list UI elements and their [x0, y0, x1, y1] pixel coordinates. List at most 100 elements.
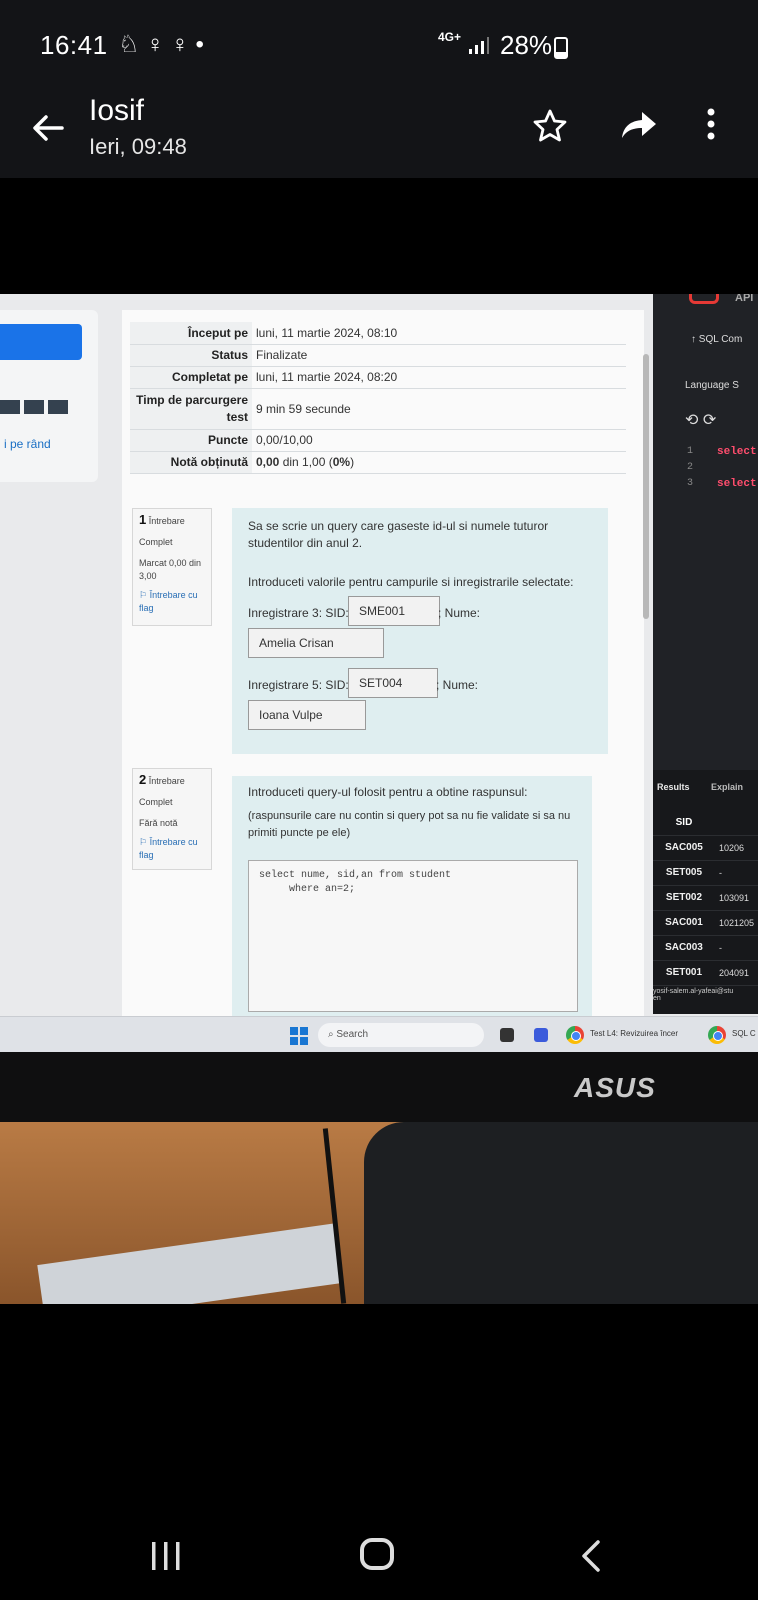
- status-time: 16:41: [40, 30, 108, 60]
- record-5-sid-field[interactable]: SET004: [348, 668, 438, 698]
- summary-label: Status: [130, 344, 252, 367]
- sql-code-editor[interactable]: select select: [717, 444, 757, 492]
- star-icon[interactable]: [532, 108, 568, 144]
- status-bar: 16:41 ♘ ♀ ♀ • 4G+ 28%: [0, 0, 758, 90]
- column-header: SID: [653, 810, 715, 836]
- summary-row: Timp de parcurgere test 9 min 59 secunde: [130, 388, 626, 430]
- summary-value: 0,00 din 1,00 (0%): [252, 451, 626, 474]
- contact-name: Iosif: [89, 94, 145, 127]
- question-2-info: 2 Întrebare Complet Fără notă ⚐ Întrebar…: [132, 768, 212, 870]
- quiz-review-panel: Început pe luni, 11 martie 2024, 08:10 S…: [122, 310, 644, 1030]
- meet-app-icon[interactable]: [534, 1028, 548, 1042]
- sql-editor-panel: API ↑ SQL Com Language S ⟲ ⟳ 1 2 3 selec…: [653, 294, 758, 1014]
- value-cell: 204091: [714, 960, 758, 986]
- monitor-brand-logo: ASUS: [574, 1072, 656, 1103]
- line-number: 2: [687, 462, 694, 473]
- question-mark: Fără notă: [139, 818, 178, 828]
- answer-textarea[interactable]: select nume, sid,an from student where a…: [248, 860, 578, 1012]
- search-label: Search: [336, 1029, 369, 1040]
- value-cell: 103091: [714, 885, 758, 911]
- record-5-name-field[interactable]: Ioana Vulpe: [248, 700, 366, 730]
- question-nav-block[interactable]: [0, 400, 20, 414]
- summary-value: Finalizate: [252, 344, 626, 367]
- undo-redo-icons[interactable]: ⟲ ⟳: [685, 410, 716, 430]
- notification-icons: ♘ ♀ ♀ •: [118, 31, 204, 58]
- monitor-screen: i pe rând Început pe luni, 11 martie 202…: [0, 294, 758, 1052]
- language-selector[interactable]: Language S: [685, 380, 739, 391]
- question-1-info: 1 Întrebare Complet Marcat 0,00 din 3,00…: [132, 508, 212, 626]
- table-row: SET002 103091: [653, 885, 758, 911]
- table-row: SAC003-: [653, 935, 758, 961]
- record-3-sid-field[interactable]: SME001: [348, 596, 440, 626]
- table-row: SAC001 1021205: [653, 910, 758, 936]
- table-row: SET005-: [653, 860, 758, 886]
- table-row: SAC005 10206: [653, 835, 758, 861]
- results-table: SID SAC005 10206 SET005- SET002 103091 SAC…: [653, 810, 758, 986]
- summary-label: Timp de parcurgere test: [130, 388, 252, 430]
- summary-value: luni, 11 martie 2024, 08:20: [252, 366, 626, 389]
- message-date: Ieri, 09:48: [89, 134, 187, 159]
- language-code: en: [653, 995, 661, 1002]
- chrome-icon[interactable]: [708, 1026, 726, 1044]
- quiz-navigation-sidebar: i pe rând: [0, 310, 98, 482]
- record-3-name-field[interactable]: Amelia Crisan: [248, 628, 384, 658]
- sid-cell: SAC005: [653, 835, 715, 861]
- question-nav-block[interactable]: [48, 400, 68, 414]
- summary-row: Puncte 0,00/10,00: [130, 429, 626, 452]
- results-pane: Results Explain SID SAC005 10206 SET005- …: [653, 770, 758, 1014]
- windows-start-icon[interactable]: [290, 1027, 308, 1045]
- taskbar-window-title[interactable]: SQL C: [732, 1029, 756, 1038]
- record-5-name-label: ; Nume:: [436, 678, 479, 692]
- record-3-label: Inregistrare 3: SID:: [248, 606, 349, 620]
- sid-cell: SET005: [653, 860, 715, 886]
- share-icon[interactable]: [620, 110, 658, 140]
- question-mark: Marcat 0,00 din 3,00: [139, 558, 202, 581]
- value-cell: 10206: [714, 835, 758, 861]
- page-scrollbar[interactable]: [643, 354, 649, 619]
- question-text: Introduceti query-ul folosit pentru a ob…: [248, 785, 528, 799]
- flag-label: Întrebare cu flag: [139, 837, 198, 860]
- page-mode-link[interactable]: i pe rând: [4, 437, 51, 451]
- tab-explain[interactable]: Explain: [711, 782, 743, 792]
- back-arrow-icon[interactable]: [28, 108, 68, 148]
- recent-apps-icon[interactable]: [150, 1542, 182, 1570]
- summary-row: Completat pe luni, 11 martie 2024, 08:20: [130, 366, 626, 389]
- summary-row: Început pe luni, 11 martie 2024, 08:10: [130, 322, 626, 345]
- summary-label: Notă obținută: [130, 451, 252, 474]
- question-instructions: Introduceti valorile pentru campurile si…: [248, 575, 574, 589]
- question-note: (raspunsurile care nu contin si query po…: [248, 810, 571, 839]
- finish-review-button[interactable]: [0, 324, 82, 360]
- summary-row: Status Finalizate: [130, 344, 626, 367]
- attempt-summary-table: Început pe luni, 11 martie 2024, 08:10 S…: [130, 322, 626, 474]
- sid-cell: SAC001: [653, 910, 715, 936]
- line-numbers: 1 2 3: [687, 444, 693, 492]
- grade-mid: din 1,00 (: [279, 455, 333, 469]
- home-icon[interactable]: [360, 1538, 394, 1570]
- taskbar-search[interactable]: ⌕ Search: [318, 1023, 484, 1047]
- question-label: Întrebare: [148, 516, 185, 526]
- value-cell: -: [714, 860, 758, 886]
- table-row: SET001 204091: [653, 960, 758, 986]
- summary-value: 0,00/10,00: [252, 429, 626, 452]
- column-header: [714, 810, 758, 836]
- chrome-icon[interactable]: [566, 1026, 584, 1044]
- table-header-row: SID: [653, 810, 758, 836]
- battery-icon: [554, 37, 568, 59]
- code-line: select: [717, 478, 757, 490]
- more-options-icon[interactable]: [706, 106, 716, 142]
- file-explorer-icon[interactable]: [500, 1028, 514, 1042]
- user-account: yosif-salem.al-yafeai@stu en: [653, 988, 733, 1002]
- question-nav-blocks: [0, 400, 68, 414]
- record-5-label: Inregistrare 5: SID:: [248, 678, 349, 692]
- phone-screen: 16:41 ♘ ♀ ♀ • 4G+ 28% Iosif Ieri, 09:48: [0, 0, 758, 1600]
- summary-label: Completat pe: [130, 366, 252, 389]
- tab-results[interactable]: Results: [657, 782, 690, 792]
- nav-back-icon[interactable]: [580, 1540, 602, 1572]
- flag-question-link[interactable]: ⚐ Întrebare cu flag: [139, 589, 205, 615]
- question-nav-block[interactable]: [24, 400, 44, 414]
- photo-image: i pe rând Început pe luni, 11 martie 202…: [0, 294, 758, 1304]
- flag-question-link[interactable]: ⚐ Întrebare cu flag: [139, 836, 205, 862]
- taskbar-window-title[interactable]: Test L4: Revizuirea încer: [590, 1029, 678, 1038]
- sql-commands-label[interactable]: ↑ SQL Com: [691, 334, 742, 345]
